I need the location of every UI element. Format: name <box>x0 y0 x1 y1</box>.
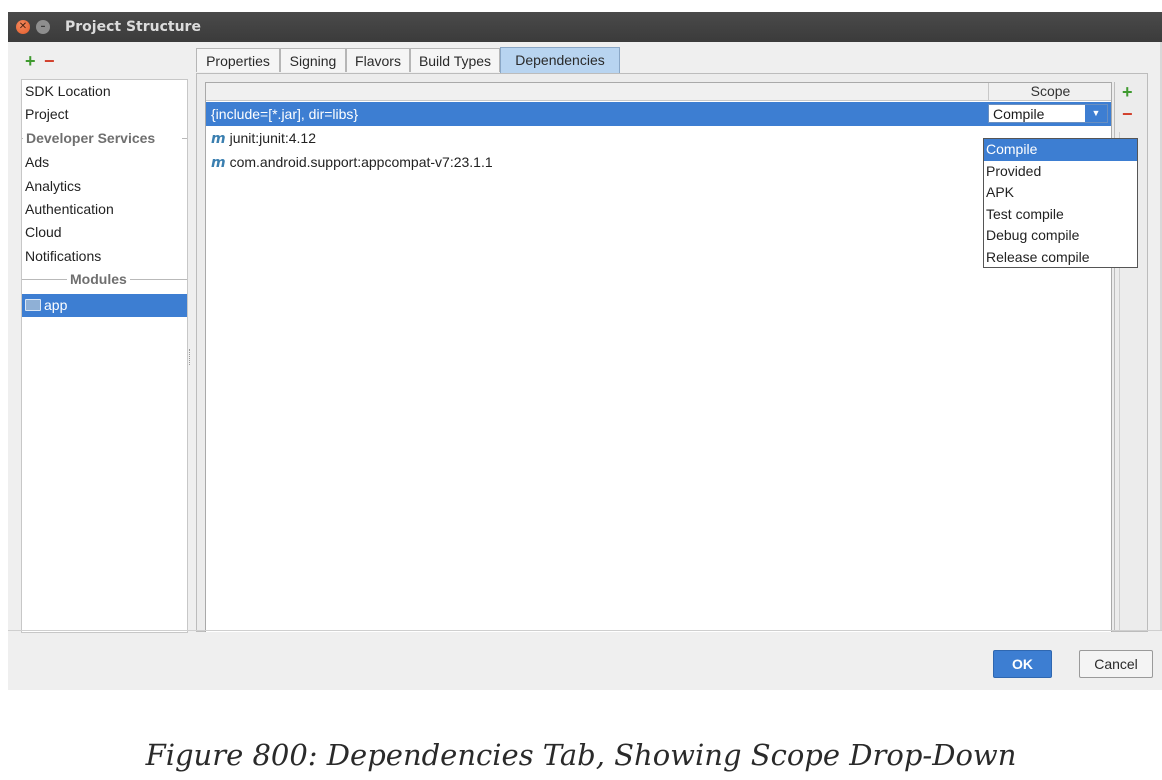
add-icon[interactable]: + <box>25 52 36 70</box>
dependency-name: com.android.support:appcompat-v7:23.1.1 <box>229 154 493 170</box>
scope-option-apk[interactable]: APK <box>984 182 1137 204</box>
remove-icon[interactable]: − <box>44 52 55 70</box>
title-bar: ✕ – Project Structure <box>8 12 1162 42</box>
dependency-name: junit:junit:4.12 <box>229 130 316 146</box>
tab-dependencies[interactable]: Dependencies <box>500 47 620 73</box>
scope-option-compile[interactable]: Compile <box>984 139 1137 161</box>
sidebar-item-sdk-location[interactable]: SDK Location <box>22 80 187 103</box>
chevron-down-icon[interactable]: ▼ <box>1085 105 1107 122</box>
dependency-name-cell: m com.android.support:appcompat-v7:23.1.1 <box>211 150 493 175</box>
scope-select[interactable]: Compile ▼ <box>988 104 1108 123</box>
table-header: Scope <box>206 83 1111 101</box>
tab-flavors[interactable]: Flavors <box>346 48 410 72</box>
sidebar: SDK Location Project Developer Services … <box>21 79 188 633</box>
panel-splitter[interactable] <box>188 79 194 631</box>
dependency-name: {include=[*.jar], dir=libs} <box>211 106 359 122</box>
module-folder-icon <box>25 299 41 311</box>
sidebar-section-developer-services: Developer Services <box>22 127 187 150</box>
cancel-button[interactable]: Cancel <box>1079 650 1153 678</box>
sidebar-item-analytics[interactable]: Analytics <box>22 175 187 198</box>
footer-divider <box>8 630 1162 631</box>
maven-library-icon: m <box>211 155 226 171</box>
scope-option-release-compile[interactable]: Release compile <box>984 247 1137 269</box>
dependency-name-cell: m junit:junit:4.12 <box>211 126 316 151</box>
scope-column-header[interactable]: Scope <box>988 83 1112 100</box>
scope-option-debug-compile[interactable]: Debug compile <box>984 225 1137 247</box>
figure-caption: Figure 800: Dependencies Tab, Showing Sc… <box>145 738 1017 772</box>
sidebar-item-notifications[interactable]: Notifications <box>22 245 187 268</box>
sidebar-item-project[interactable]: Project <box>22 103 187 126</box>
section-label: Developer Services <box>23 127 159 150</box>
remove-dependency-icon[interactable]: − <box>1122 105 1133 123</box>
window-title: Project Structure <box>65 19 201 35</box>
sidebar-item-cloud[interactable]: Cloud <box>22 221 187 244</box>
tab-properties[interactable]: Properties <box>196 48 280 72</box>
table-row[interactable]: m com.android.support:appcompat-v7:23.1.1 <box>206 150 1111 174</box>
tab-signing[interactable]: Signing <box>280 48 346 72</box>
tab-build-types[interactable]: Build Types <box>410 48 500 72</box>
sidebar-item-label: app <box>44 297 68 313</box>
ok-button[interactable]: OK <box>993 650 1052 678</box>
dependencies-table: Scope {include=[*.jar], dir=libs} Compil… <box>205 82 1112 632</box>
project-structure-dialog: ✕ – Project Structure + − SDK Location P… <box>8 12 1162 690</box>
scope-select-value: Compile <box>993 106 1045 122</box>
scope-option-provided[interactable]: Provided <box>984 161 1137 183</box>
left-toolbar: + − <box>8 42 194 78</box>
sidebar-item-ads[interactable]: Ads <box>22 151 187 174</box>
sidebar-item-authentication[interactable]: Authentication <box>22 198 187 221</box>
table-row[interactable]: m junit:junit:4.12 <box>206 126 1111 150</box>
sidebar-section-modules: Modules <box>22 268 187 291</box>
maven-library-icon: m <box>211 131 226 147</box>
scope-dropdown-list: Compile Provided APK Test compile Debug … <box>983 138 1138 268</box>
scope-option-test-compile[interactable]: Test compile <box>984 204 1137 226</box>
minimize-window-icon[interactable]: – <box>36 20 50 34</box>
section-label: Modules <box>67 268 130 291</box>
splitter-grip-icon[interactable] <box>189 349 193 365</box>
sidebar-item-app[interactable]: app <box>22 294 187 317</box>
table-row[interactable]: {include=[*.jar], dir=libs} Compile ▼ <box>206 102 1111 126</box>
close-window-icon[interactable]: ✕ <box>16 20 30 34</box>
add-dependency-icon[interactable]: + <box>1122 83 1133 101</box>
separator-line <box>182 138 187 139</box>
